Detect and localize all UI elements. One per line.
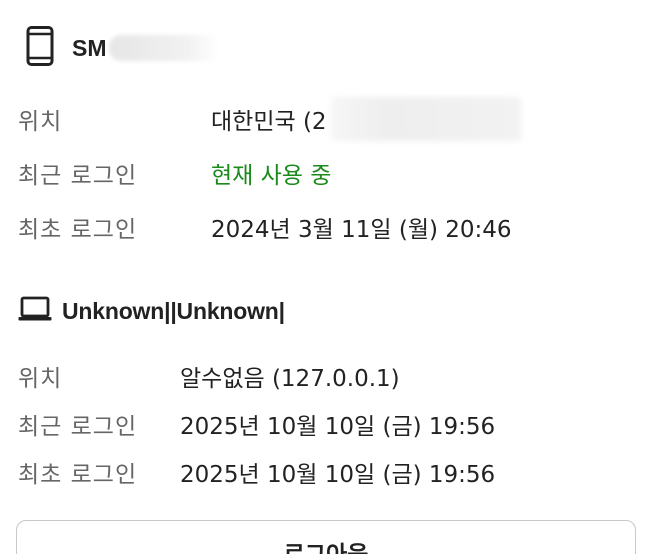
login-sessions-page: SM 위치 대한민국 (2 최근 로그인 현재 사용 중 최초 로그인 2024… [0, 0, 658, 554]
last-login-label: 최근 로그인 [18, 414, 138, 440]
location-value: 대한민국 (2 [211, 97, 521, 141]
location-text: 대한민국 (2 [211, 109, 327, 135]
location-row: 위치 대한민국 (2 [18, 97, 521, 141]
location-row: 위치 알수없음 (127.0.0.1) [18, 356, 400, 396]
device-name: Unknown||Unknown| [62, 297, 285, 324]
first-login-row: 최초 로그인 2025년 10월 10일 (금) 19:56 [18, 452, 495, 492]
location-label: 위치 [18, 366, 63, 392]
device-header: Unknown||Unknown| [18, 296, 285, 326]
first-login-value: 2025년 10월 10일 (금) 19:56 [180, 462, 496, 488]
current-session-status: 현재 사용 중 [211, 163, 332, 189]
first-login-row: 최초 로그인 2024년 3월 11일 (월) 20:46 [18, 207, 512, 247]
device-header: SM [26, 26, 219, 70]
location-value: 알수없음 (127.0.0.1) [180, 366, 400, 392]
last-login-row: 최근 로그인 현재 사용 중 [18, 153, 331, 193]
first-login-value: 2024년 3월 11일 (월) 20:46 [211, 217, 512, 243]
logout-button[interactable]: 로그아웃 [16, 520, 636, 554]
first-login-label: 최초 로그인 [18, 217, 138, 243]
device-name: SM [72, 34, 107, 61]
laptop-icon [18, 296, 52, 326]
last-login-label: 최근 로그인 [18, 163, 138, 189]
redaction-blur [330, 97, 521, 141]
smartphone-icon [26, 26, 54, 70]
last-login-value: 2025년 10월 10일 (금) 19:56 [180, 414, 496, 440]
first-login-label: 최초 로그인 [18, 462, 138, 488]
location-label: 위치 [18, 109, 63, 135]
last-login-row: 최근 로그인 2025년 10월 10일 (금) 19:56 [18, 404, 495, 444]
redaction-blur [108, 35, 219, 61]
